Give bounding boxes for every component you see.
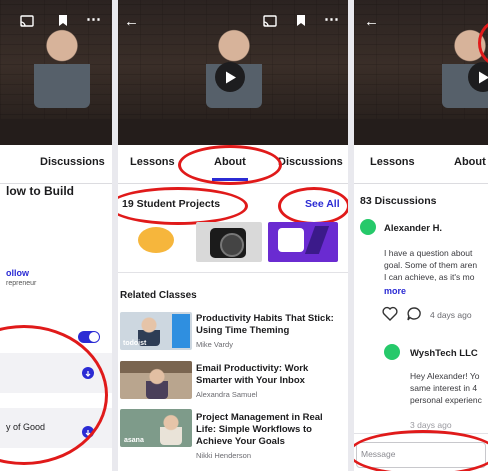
project-thumbnail[interactable]: [268, 222, 338, 262]
project-thumbnail[interactable]: [120, 225, 180, 261]
avatar[interactable]: [384, 344, 400, 360]
tab-about[interactable]: About: [454, 156, 486, 168]
tab-discussions[interactable]: Discussions: [40, 156, 105, 168]
project-thumbnail[interactable]: [196, 222, 262, 262]
class-author: Nikki Henderson: [196, 451, 252, 460]
class-thumbnail[interactable]: asana: [120, 409, 192, 447]
screen-middle: ← ⋯ Lessons About Discussions 19 Student…: [118, 0, 348, 471]
class-title[interactable]: Productivity Habits That Stick: Using Ti…: [196, 313, 334, 337]
video-player[interactable]: ⋯: [0, 0, 112, 145]
play-button[interactable]: [215, 62, 245, 92]
annotation-circle-about: [178, 145, 282, 185]
annotation-circle-message: [354, 430, 488, 471]
tab-discussions[interactable]: Discussions: [278, 156, 343, 168]
tab-lessons[interactable]: Lessons: [370, 156, 415, 168]
screen-left: ⋯ Discussions low to Build ollow reprene…: [0, 0, 112, 471]
class-author: Alexandra Samuel: [196, 390, 258, 399]
annotation-circle-see-all: [278, 187, 348, 225]
desk: [118, 119, 348, 145]
bookmark-icon[interactable]: [58, 14, 68, 30]
reply-timestamp: 3 days ago: [410, 420, 452, 430]
cast-icon[interactable]: [263, 14, 277, 30]
avatar[interactable]: [360, 219, 376, 235]
class-author: Mike Vardy: [196, 340, 233, 349]
todoist-badge: todoist: [123, 340, 147, 347]
back-arrow-icon[interactable]: ←: [124, 14, 139, 30]
desk: [0, 119, 112, 145]
tab-lessons[interactable]: Lessons: [130, 156, 175, 168]
more-link[interactable]: more: [384, 286, 406, 296]
annotation-circle-projects: [118, 187, 248, 225]
comment-body: I have a question about goal. Some of th…: [384, 248, 478, 282]
reply-body: Hey Alexander! Yo same interest in 4 per…: [410, 371, 482, 405]
video-player[interactable]: ← ⋯: [118, 0, 348, 145]
comment-timestamp: 4 days ago: [430, 310, 472, 320]
tab-bar: Lessons About: [354, 145, 488, 184]
class-thumbnail[interactable]: [120, 361, 192, 399]
autoplay-toggle[interactable]: [78, 331, 100, 343]
class-title: low to Build: [6, 184, 74, 198]
video-player[interactable]: ←: [354, 0, 488, 145]
divider: [118, 272, 348, 273]
bookmark-icon[interactable]: [296, 14, 306, 30]
class-thumbnail[interactable]: todoist: [120, 312, 192, 350]
instructor-figure: [34, 28, 90, 108]
desk: [354, 119, 488, 145]
related-classes-heading: Related Classes: [120, 290, 197, 301]
back-arrow-icon[interactable]: ←: [364, 14, 379, 30]
comment-author[interactable]: Alexander H.: [384, 223, 442, 234]
asana-badge: asana: [124, 437, 144, 444]
discussions-count: 83 Discussions: [360, 195, 437, 207]
more-options-icon[interactable]: ⋯: [86, 12, 101, 28]
class-title[interactable]: Project Management in Real Life: Simple …: [196, 412, 323, 448]
teacher-subtitle: repreneur: [6, 280, 37, 287]
reply-bubble-icon[interactable]: [406, 306, 422, 326]
reply-author[interactable]: WyshTech LLC: [410, 348, 478, 359]
class-title[interactable]: Email Productivity: Work Smarter with Yo…: [196, 363, 308, 387]
follow-link[interactable]: ollow: [6, 268, 29, 278]
tab-bar: Discussions: [0, 145, 112, 184]
more-options-icon[interactable]: ⋯: [324, 12, 339, 28]
cast-icon[interactable]: [20, 14, 34, 30]
heart-icon[interactable]: [382, 306, 398, 326]
screen-right: ← Lessons About 83 Discussions Alexander…: [354, 0, 488, 471]
